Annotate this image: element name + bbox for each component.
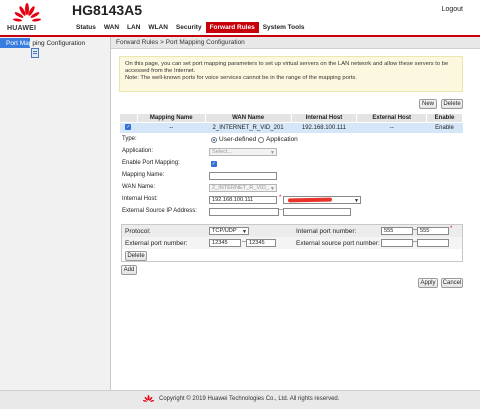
application-row: Application: Select... ▼ [119,147,463,157]
copyright-text: Copyright © 2019 Huawei Technologies Co.… [159,396,340,402]
type-user-defined-label: User-defined [219,136,257,143]
cell-internal-host: 192.168.100.111 [291,122,357,133]
main-nav: Status WAN LAN WLAN Security Forward Rul… [72,22,309,33]
required-mark: * [450,226,453,232]
sidebar-footer [0,390,111,409]
external-port-end-input[interactable]: 12345 [246,239,276,247]
col-external-host: External Host [356,113,428,123]
external-source-port-label: External source port number: [296,240,380,247]
wan-name-select-value: 2_INTERNET_R_VID_ [212,185,269,191]
port-mapping-table: Mapping Name WAN Name Internal Host Exte… [119,113,463,133]
internal-port-end-input[interactable]: 555 [417,227,449,235]
cancel-button[interactable]: Cancel [441,278,463,288]
port-settings-box: Protocol: TCP/UDP ▼ Internal port number:… [121,224,463,262]
add-button[interactable]: Add [121,265,137,275]
external-source-port-start-input[interactable] [381,239,413,247]
logout-link[interactable]: Logout [442,6,463,13]
external-port-row: External port number: 12345 — 12345 Exte… [122,237,462,249]
sidebar: Port Mapping Configuration [0,37,111,390]
chevron-down-icon: ▼ [242,229,247,235]
nav-wlan[interactable]: WLAN [144,22,172,33]
internal-port-start-input[interactable]: 555 [381,227,413,235]
device-model: HG8143A5 [72,2,143,18]
enable-label: Enable Port Mapping: [122,160,180,166]
mapping-name-label: Mapping Name: [122,172,165,178]
mapping-name-row: Mapping Name: [119,171,463,181]
sidebar-item-port-mapping[interactable]: Port Mapping Configuration [0,39,111,48]
brand-name: HUAWEI [7,25,37,32]
redaction-scribble [287,197,333,203]
col-select [119,113,138,123]
notice-line-1: On this page, you can set port mapping p… [125,61,449,67]
protocol-select-value: TCP/UDP [212,228,237,234]
header: HUAWEI HG8143A5 Logout Status WAN LAN WL… [0,0,480,35]
delete-port-button[interactable]: Delete [125,251,147,261]
type-user-defined-radio[interactable] [211,137,217,143]
notice-line-3: Note: The well-known ports for voice ser… [125,75,357,81]
wan-name-row: WAN Name: 2_INTERNET_R_VID_ ▼ [119,183,463,193]
nav-system-tools[interactable]: System Tools [259,22,309,33]
huawei-logo-icon [13,3,41,22]
cell-mapping-name: -- [137,122,206,133]
required-mark: * [279,195,282,201]
info-notice: On this page, you can set port mapping p… [119,56,463,92]
huawei-logo-icon [143,395,154,402]
application-select-value: Select... [212,149,233,155]
external-source-ip-start-input[interactable] [209,208,279,216]
apply-button[interactable]: Apply [418,278,438,288]
external-port-start-input[interactable]: 12345 [209,239,241,247]
col-mapping-name: Mapping Name [136,113,206,123]
breadcrumb: Forward Rules > Port Mapping Configurati… [111,37,480,49]
protocol-select[interactable]: TCP/UDP ▼ [209,227,249,235]
internal-port-label: Internal port number: [296,228,357,235]
type-row: Type: User-defined Application [119,135,463,145]
col-wan-name: WAN Name [204,113,292,123]
wan-name-label: WAN Name: [122,184,156,190]
external-source-ip-end-input[interactable] [283,208,351,216]
row-select-cell[interactable]: ✓ [119,122,138,133]
nav-wan[interactable]: WAN [100,22,123,33]
internal-host-input[interactable]: 192.168.100.111 [209,196,277,204]
mapping-name-input[interactable] [209,172,277,180]
enable-row: Enable Port Mapping: ✓ [119,159,463,169]
table-row[interactable]: ✓ -- 2_INTERNET_R_VID_201 192.168.100.11… [119,122,463,133]
external-source-port-end-input[interactable] [417,239,449,247]
enable-port-mapping-checkbox[interactable]: ✓ [211,161,217,167]
type-application-label: Application [266,136,298,143]
table-header-row: Mapping Name WAN Name Internal Host Exte… [119,113,463,123]
nav-forward-rules[interactable]: Forward Rules [205,22,259,33]
wan-name-select[interactable]: 2_INTERNET_R_VID_ ▼ [209,184,277,192]
internal-host-label: Internal Host: [122,196,158,202]
col-internal-host: Internal Host [290,113,358,123]
external-port-label: External port number: [125,240,188,247]
chevron-down-icon: ▼ [270,186,275,192]
nav-status[interactable]: Status [72,22,100,33]
cell-enable: Enable [426,122,463,133]
chevron-down-icon: ▼ [270,150,275,156]
type-application-radio[interactable] [258,137,264,143]
page-icon [31,48,39,58]
sidebar-item-label-highlight: Port Map [6,40,33,47]
new-button[interactable]: New [419,99,437,109]
row-checkbox[interactable]: ✓ [125,124,132,131]
delete-button[interactable]: Delete [441,99,463,109]
chevron-down-icon: ▼ [354,198,359,204]
cell-external-host: -- [356,122,427,133]
external-source-ip-label: External Source IP Address: [122,208,197,214]
application-select[interactable]: Select... ▼ [209,148,277,156]
sidebar-item-label-rest: ping Configuration [32,40,86,47]
application-label: Application: [122,148,154,154]
nav-lan[interactable]: LAN [123,22,144,33]
protocol-row: Protocol: TCP/UDP ▼ Internal port number:… [122,225,462,237]
notice-line-2: accessed from the Internet. [125,68,196,74]
type-label: Type: [122,136,137,142]
nav-security[interactable]: Security [172,22,206,33]
external-source-ip-row: External Source IP Address: — [119,207,463,217]
cell-wan-name: 2_INTERNET_R_VID_201 [205,122,292,133]
protocol-label: Protocol: [125,228,151,235]
col-enable: Enable [426,113,463,123]
footer: Copyright © 2019 Huawei Technologies Co.… [111,390,480,409]
